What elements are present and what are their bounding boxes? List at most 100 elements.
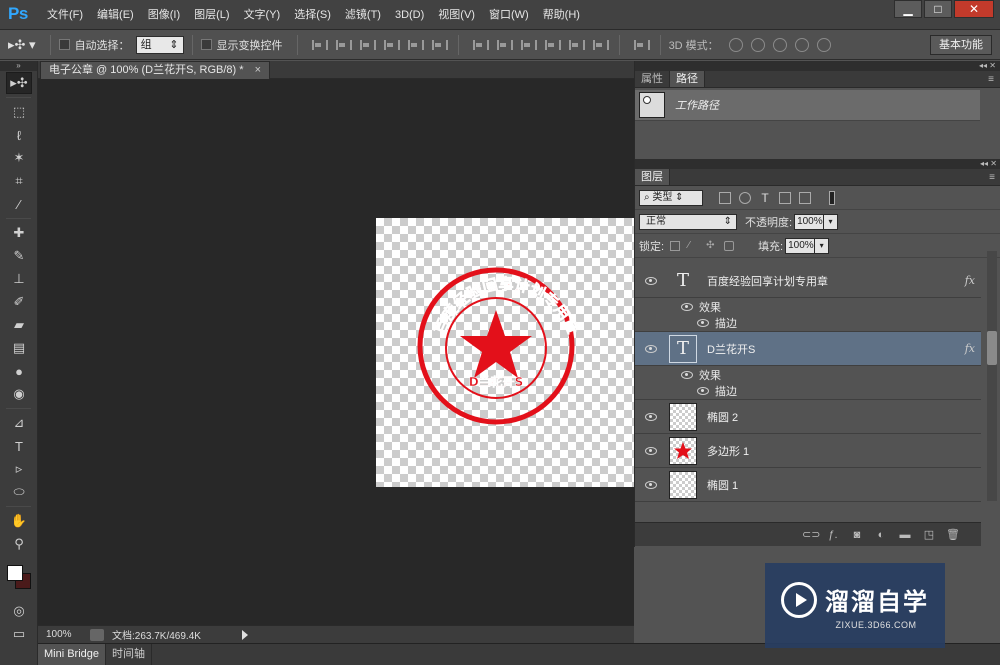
tab-mini-bridge[interactable]: Mini Bridge <box>38 644 107 665</box>
align-left-icon[interactable] <box>382 38 400 52</box>
fill-field[interactable]: 100% <box>785 237 816 254</box>
stroke-effect-row[interactable]: 描边 <box>635 315 981 332</box>
type-tool-icon[interactable]: T <box>6 435 32 457</box>
eraser-tool-icon[interactable]: ▰ <box>6 314 32 336</box>
menu-file[interactable]: 文件(F) <box>40 0 90 30</box>
layers-scroll-thumb[interactable] <box>987 331 997 365</box>
distribute-top-icon[interactable] <box>471 38 489 52</box>
align-hcenter-icon[interactable] <box>406 38 424 52</box>
close-button[interactable]: ✕ <box>954 0 994 18</box>
fx-icon[interactable]: fx <box>965 342 975 355</box>
fill-dropdown-icon[interactable]: ▾ <box>815 237 830 254</box>
marquee-tool-icon[interactable]: ⬚ <box>6 101 32 123</box>
align-bottom-icon[interactable] <box>358 38 376 52</box>
path-selection-tool-icon[interactable]: ▹ <box>6 458 32 480</box>
filter-toggle-icon[interactable] <box>829 190 835 205</box>
3d-slide-icon[interactable] <box>794 37 809 52</box>
visibility-eye-icon[interactable] <box>695 318 713 328</box>
visibility-eye-icon[interactable] <box>643 412 661 422</box>
lock-transparent-icon[interactable] <box>670 240 681 251</box>
tab-properties[interactable]: 属性 <box>635 71 670 87</box>
add-style-icon[interactable]: ƒ. <box>826 529 840 541</box>
filter-smart-object-icon[interactable] <box>799 191 811 204</box>
menu-view[interactable]: 视图(V) <box>431 0 482 30</box>
layer-row[interactable]: 椭圆 2 <box>635 400 981 434</box>
brush-tool-icon[interactable]: ✎ <box>6 245 32 267</box>
new-adjustment-icon[interactable]: ◐ <box>874 529 888 541</box>
maximize-button[interactable]: □ <box>924 0 952 18</box>
lock-position-icon[interactable]: ✣ <box>706 240 716 251</box>
workspace-button[interactable]: 基本功能 <box>930 35 992 55</box>
layer-row[interactable]: T 百度经验回享计划专用章 fx <box>635 264 981 298</box>
filter-type-icon[interactable]: T <box>759 192 771 204</box>
visibility-eye-icon[interactable] <box>679 302 697 312</box>
eyedropper-tool-icon[interactable]: ⁄ <box>6 193 32 215</box>
foreground-color[interactable] <box>7 565 23 581</box>
clone-stamp-tool-icon[interactable]: ⊥ <box>6 268 32 290</box>
menu-select[interactable]: 选择(S) <box>287 0 338 30</box>
toolbar-grip[interactable]: » <box>0 61 37 71</box>
new-layer-icon[interactable]: ◳ <box>922 529 936 541</box>
distribute-vcenter-icon[interactable] <box>495 38 513 52</box>
panel-grip[interactable]: ◂◂ ✕ <box>635 159 1000 169</box>
effects-row[interactable]: 效果 <box>635 298 981 315</box>
effects-row[interactable]: 效果 <box>635 366 981 383</box>
stroke-effect-row[interactable]: 描边 <box>635 383 981 400</box>
show-transform-checkbox[interactable] <box>200 39 212 50</box>
add-mask-icon[interactable]: ◙ <box>850 529 864 541</box>
opacity-field[interactable]: 100% <box>794 213 825 230</box>
3d-pan-icon[interactable] <box>772 37 787 52</box>
panel-grip[interactable]: ◂◂ ✕ <box>635 61 1000 71</box>
lasso-tool-icon[interactable]: ℓ <box>6 124 32 146</box>
distribute-bottom-icon[interactable] <box>519 38 537 52</box>
history-brush-tool-icon[interactable]: ✐ <box>6 291 32 313</box>
filter-adjustment-icon[interactable] <box>739 191 751 204</box>
distribute-right-icon[interactable] <box>591 38 609 52</box>
document-tab[interactable]: 电子公章 @ 100% (D兰花开S, RGB/8) * × <box>40 61 271 79</box>
magic-wand-tool-icon[interactable]: ✶ <box>6 147 32 169</box>
fx-icon[interactable]: fx <box>965 274 975 287</box>
status-icon[interactable] <box>90 628 104 641</box>
new-group-icon[interactable]: ▬ <box>898 529 912 541</box>
blur-tool-icon[interactable]: ● <box>6 360 32 382</box>
layer-row-selected[interactable]: T D兰花开S fx <box>635 332 981 366</box>
quick-mask-icon[interactable]: ◎ <box>6 600 32 622</box>
zoom-tool-icon[interactable]: ⚲ <box>6 533 32 555</box>
ellipse-tool-icon[interactable]: ⬭ <box>6 481 32 503</box>
minimize-button[interactable]: ▁ <box>894 0 922 18</box>
zoom-level[interactable]: 100% <box>42 628 82 642</box>
move-tool-icon[interactable]: ▸✣ ▾ <box>8 37 36 53</box>
link-layers-icon[interactable]: ⊂⊃ <box>802 529 820 541</box>
blend-mode-dropdown[interactable]: 正常 ⇕ <box>639 213 737 230</box>
layer-filter-dropdown[interactable]: ⌕ 类型 ⇕ <box>639 189 703 206</box>
visibility-eye-icon[interactable] <box>643 446 661 456</box>
canvas-area[interactable]: 百度经验回享计划专用章 D兰花开S <box>38 79 636 625</box>
menu-type[interactable]: 文字(Y) <box>237 0 288 30</box>
document-canvas[interactable]: 百度经验回享计划专用章 D兰花开S <box>376 218 636 487</box>
tab-layers[interactable]: 图层 <box>635 169 670 185</box>
distribute-hcenter-icon[interactable] <box>567 38 585 52</box>
auto-align-icon[interactable] <box>632 38 650 52</box>
3d-roll-icon[interactable] <box>750 37 765 52</box>
layer-row[interactable]: 椭圆 1 <box>635 468 981 502</box>
dodge-tool-icon[interactable]: ◉ <box>6 383 32 405</box>
3d-scale-icon[interactable] <box>816 37 831 52</box>
layer-row[interactable]: 多边形 1 <box>635 434 981 468</box>
close-document-icon[interactable]: × <box>255 64 261 76</box>
menu-filter[interactable]: 滤镜(T) <box>338 0 388 30</box>
menu-window[interactable]: 窗口(W) <box>482 0 536 30</box>
screen-mode-icon[interactable]: ▭ <box>6 623 32 645</box>
delete-layer-icon[interactable]: 🗑 <box>946 529 960 541</box>
visibility-eye-icon[interactable] <box>643 480 661 490</box>
auto-select-dropdown[interactable]: 组 ⇕ <box>135 35 184 54</box>
visibility-eye-icon[interactable] <box>643 276 661 286</box>
pen-tool-icon[interactable]: ⊿ <box>6 412 32 434</box>
crop-tool-icon[interactable]: ⌗ <box>6 170 32 192</box>
menu-help[interactable]: 帮助(H) <box>536 0 587 30</box>
menu-layer[interactable]: 图层(L) <box>187 0 236 30</box>
gradient-tool-icon[interactable]: ▤ <box>6 337 32 359</box>
move-tool-icon[interactable]: ▸✣ <box>6 72 32 94</box>
visibility-eye-icon[interactable] <box>643 344 661 354</box>
panel-menu-icon[interactable]: ≡ <box>989 169 995 186</box>
status-menu-arrow-icon[interactable] <box>242 629 248 640</box>
